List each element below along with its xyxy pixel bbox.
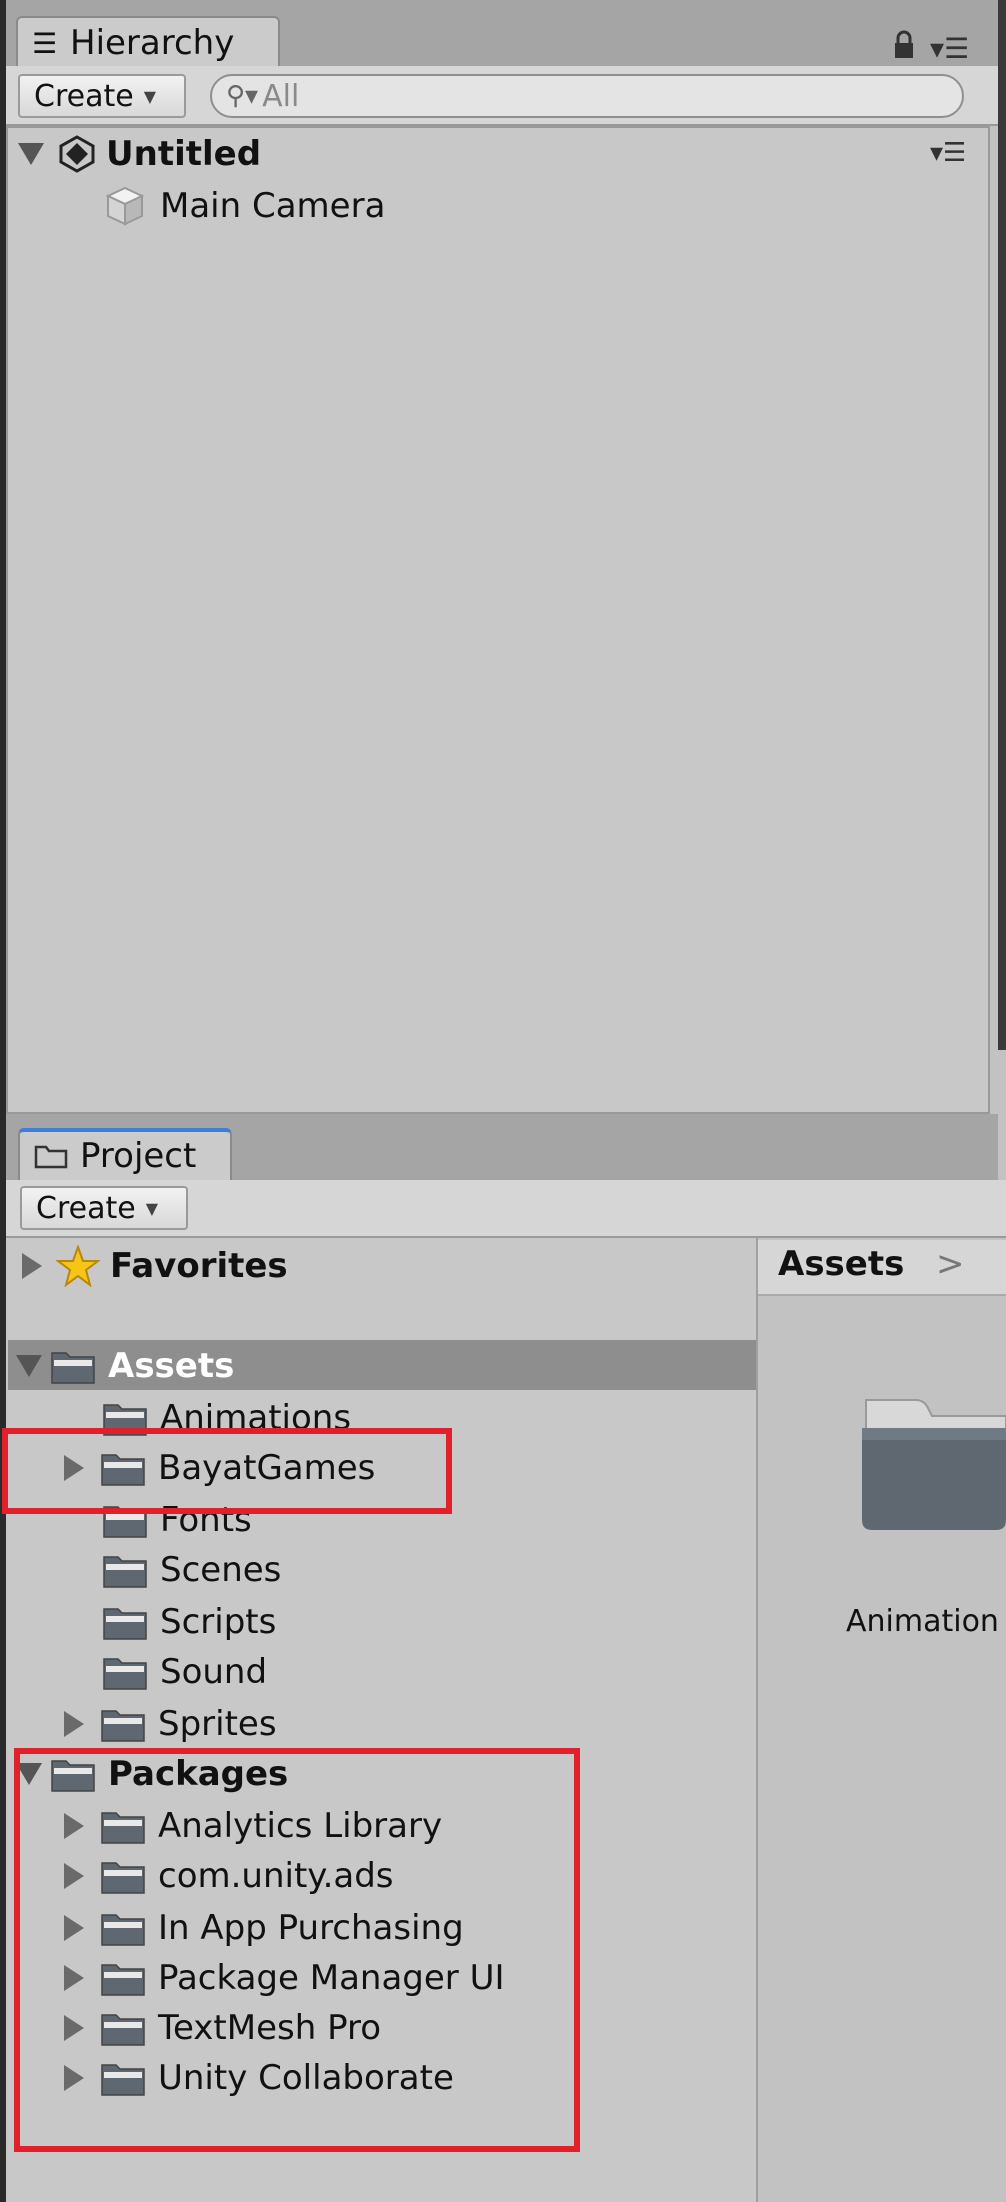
favorites-label: Favorites — [110, 1246, 288, 1286]
expand-triangle-icon[interactable] — [64, 1711, 84, 1737]
package-row[interactable]: Package Manager UI — [64, 1954, 505, 2002]
project-create-button[interactable]: Create ▼ — [20, 1186, 188, 1230]
package-label: Analytics Library — [158, 1806, 443, 1846]
breadcrumb-assets[interactable]: Assets — [778, 1244, 904, 1284]
favorites-row[interactable]: Favorites — [22, 1242, 288, 1290]
hierarchy-search-input[interactable]: ⚲▾ All — [210, 74, 964, 118]
package-label: In App Purchasing — [158, 1908, 464, 1948]
folder-icon — [34, 1145, 68, 1169]
lock-icon[interactable] — [893, 30, 915, 60]
dropdown-caret-icon: ▼ — [145, 1198, 158, 1218]
unity-scene-icon — [59, 135, 95, 173]
folder-icon — [51, 1352, 95, 1384]
hierarchy-item-label: Main Camera — [160, 186, 386, 226]
folder-icon — [101, 1454, 145, 1486]
tab-hierarchy-label: Hierarchy — [70, 23, 235, 63]
folder-icon — [101, 1862, 145, 1894]
folder-icon — [101, 2064, 145, 2096]
folder-row[interactable]: BayatGames — [64, 1444, 375, 1492]
expand-triangle-icon[interactable] — [64, 2065, 84, 2091]
create-label: Create — [36, 1190, 136, 1226]
packages-row[interactable]: Packages — [16, 1750, 288, 1798]
packages-label: Packages — [108, 1754, 289, 1794]
folder-row[interactable]: Sprites — [64, 1700, 277, 1748]
folder-row[interactable]: Fonts — [102, 1496, 252, 1544]
package-row[interactable]: In App Purchasing — [64, 1904, 464, 1952]
assets-row[interactable]: Assets — [16, 1342, 234, 1390]
expand-triangle-icon[interactable] — [64, 1915, 84, 1941]
folder-icon — [101, 1812, 145, 1844]
folder-icon — [101, 1710, 145, 1742]
grid-item-label: Animation — [846, 1604, 999, 1639]
folder-row[interactable]: Animations — [102, 1394, 351, 1442]
folder-icon — [103, 1608, 147, 1640]
folder-row[interactable]: Scenes — [102, 1546, 281, 1594]
expand-triangle-icon[interactable] — [64, 1813, 84, 1839]
expand-triangle-icon[interactable] — [64, 1965, 84, 1991]
dropdown-caret-icon: ▼ — [143, 86, 156, 106]
folder-icon — [103, 1658, 147, 1690]
star-icon — [56, 1245, 100, 1287]
expand-triangle-icon[interactable] — [64, 2015, 84, 2041]
folder-label: Animations — [160, 1398, 352, 1438]
expand-triangle-icon[interactable] — [18, 143, 44, 165]
window-edge-right — [998, 0, 1006, 1050]
folder-label: Scenes — [160, 1550, 282, 1590]
package-label: TextMesh Pro — [158, 2008, 382, 2048]
folder-row[interactable]: Sound — [102, 1648, 267, 1696]
folder-label: Scripts — [160, 1602, 277, 1642]
package-row[interactable]: Analytics Library — [64, 1802, 442, 1850]
expand-triangle-icon[interactable] — [22, 1253, 42, 1279]
folder-icon — [103, 1506, 147, 1538]
search-placeholder: All — [262, 78, 300, 114]
folder-icon — [51, 1760, 95, 1792]
package-row[interactable]: com.unity.ads — [64, 1852, 394, 1900]
search-icon: ⚲▾ — [226, 81, 259, 111]
tab-project-label: Project — [80, 1136, 197, 1176]
folder-icon — [101, 1964, 145, 1996]
package-row[interactable]: TextMesh Pro — [64, 2004, 381, 2052]
gameobject-cube-icon — [105, 186, 145, 226]
scene-row[interactable]: Untitled — [18, 130, 261, 178]
hierarchy-item[interactable]: Main Camera — [104, 182, 385, 230]
expand-triangle-icon[interactable] — [64, 1863, 84, 1889]
scene-menu-icon[interactable]: ▾☰ — [930, 138, 966, 168]
package-label: Package Manager UI — [158, 1958, 505, 1998]
tab-hierarchy[interactable]: ☰ Hierarchy — [16, 16, 280, 68]
package-label: Unity Collaborate — [158, 2058, 454, 2098]
tab-project[interactable]: Project — [18, 1128, 232, 1180]
folder-label: BayatGames — [158, 1448, 376, 1488]
chevron-right-icon: > — [936, 1244, 965, 1284]
list-icon: ☰ — [32, 26, 58, 60]
panel-menu-icon[interactable]: ▾☰ — [930, 32, 969, 65]
hierarchy-create-button[interactable]: Create ▼ — [18, 74, 186, 118]
folder-label: Sprites — [158, 1704, 277, 1744]
package-label: com.unity.ads — [158, 1856, 394, 1896]
folder-icon — [101, 1914, 145, 1946]
assets-label: Assets — [108, 1346, 235, 1386]
create-label: Create — [34, 78, 134, 114]
expand-triangle-icon[interactable] — [16, 1355, 42, 1377]
folder-icon — [103, 1556, 147, 1588]
folder-label: Fonts — [160, 1500, 252, 1540]
hierarchy-tree — [6, 126, 990, 1114]
folder-icon — [101, 2014, 145, 2046]
expand-triangle-icon[interactable] — [64, 1455, 84, 1481]
package-row[interactable]: Unity Collaborate — [64, 2054, 454, 2102]
expand-triangle-icon[interactable] — [16, 1763, 42, 1785]
folder-row[interactable]: Scripts — [102, 1598, 276, 1646]
scene-name: Untitled — [106, 134, 262, 174]
folder-icon — [103, 1404, 147, 1436]
folder-icon[interactable] — [852, 1380, 1006, 1540]
folder-label: Sound — [160, 1652, 268, 1692]
